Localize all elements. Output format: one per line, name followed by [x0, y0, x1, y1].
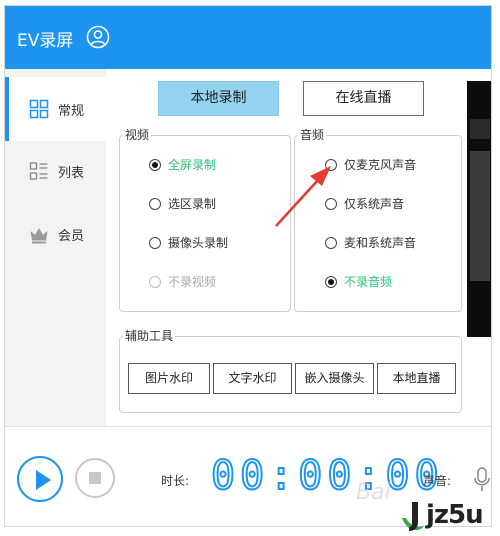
- preview-thumbnail: [467, 81, 491, 337]
- embed-camera-button[interactable]: 嵌入摄像头: [295, 363, 374, 394]
- sidebar-item-label: 常规: [58, 104, 85, 119]
- preview-content: [470, 119, 490, 139]
- start-record-button[interactable]: [17, 456, 63, 502]
- option-label: 仅麦克风声音: [344, 158, 417, 172]
- microphone-icon[interactable]: [472, 467, 492, 493]
- sidebar-item-label: 列表: [58, 166, 85, 181]
- local-record-button[interactable]: 本地录制: [158, 81, 279, 116]
- radio[interactable]: [325, 159, 337, 171]
- video-group: 视频 全屏录制 选区录制 摄像头录制 不录视频: [119, 127, 291, 312]
- image-watermark-button[interactable]: 图片水印: [128, 363, 210, 394]
- option-label: 不录视频: [168, 275, 217, 289]
- stop-record-button[interactable]: [75, 458, 115, 498]
- radio[interactable]: [325, 237, 337, 249]
- ev-recorder-window: EV录屏 常规 列表 会员 本地录制 在线直播 视频 全屏录制 选区录制 摄像头…: [4, 5, 492, 527]
- site-logo-text: jz5u: [426, 500, 484, 530]
- option-label: 选区录制: [168, 197, 217, 211]
- option-label: 摄像头录制: [168, 236, 229, 250]
- sidebar: 常规 列表 会员: [5, 69, 106, 428]
- video-group-title: 视频: [123, 127, 152, 143]
- sidebar-item-member[interactable]: 会员: [5, 203, 106, 267]
- text-watermark-button[interactable]: 文字水印: [213, 363, 292, 394]
- duration-label: 时长:: [161, 474, 190, 488]
- baidu-watermark: Bai: [356, 480, 391, 505]
- radio-checked[interactable]: [325, 276, 337, 288]
- option-label: 麦和系统声音: [344, 236, 417, 250]
- sidebar-item-general[interactable]: 常规: [5, 77, 106, 141]
- grid-icon: [29, 99, 49, 119]
- audio-group: 音频 仅麦克风声音 仅系统声音 麦和系统声音 不录音频: [294, 127, 462, 312]
- live-stream-button[interactable]: 在线直播: [303, 81, 424, 116]
- option-label: 仅系统声音: [344, 197, 405, 211]
- title-bar: EV录屏: [5, 6, 491, 69]
- local-live-button[interactable]: 本地直播: [377, 363, 456, 394]
- leaf-logo-icon: [402, 502, 424, 531]
- list-icon: [29, 162, 48, 180]
- sound-label: 声音:: [423, 474, 452, 488]
- tools-group-title: 辅助工具: [123, 328, 176, 344]
- sidebar-item-list[interactable]: 列表: [5, 141, 106, 205]
- audio-group-title: 音频: [298, 127, 327, 143]
- user-icon[interactable]: [86, 25, 110, 49]
- app-title: EV录屏: [17, 31, 74, 51]
- radio-checked[interactable]: [149, 159, 161, 171]
- radio-disabled: [149, 276, 161, 288]
- site-logo: jz5u: [398, 496, 496, 536]
- radio[interactable]: [149, 198, 161, 210]
- preview-content: [470, 151, 490, 281]
- radio[interactable]: [149, 237, 161, 249]
- option-label: 不录音频: [344, 275, 393, 289]
- option-label: 全屏录制: [168, 158, 217, 172]
- crown-icon: [30, 228, 48, 244]
- sidebar-item-label: 会员: [58, 229, 85, 244]
- radio[interactable]: [325, 198, 337, 210]
